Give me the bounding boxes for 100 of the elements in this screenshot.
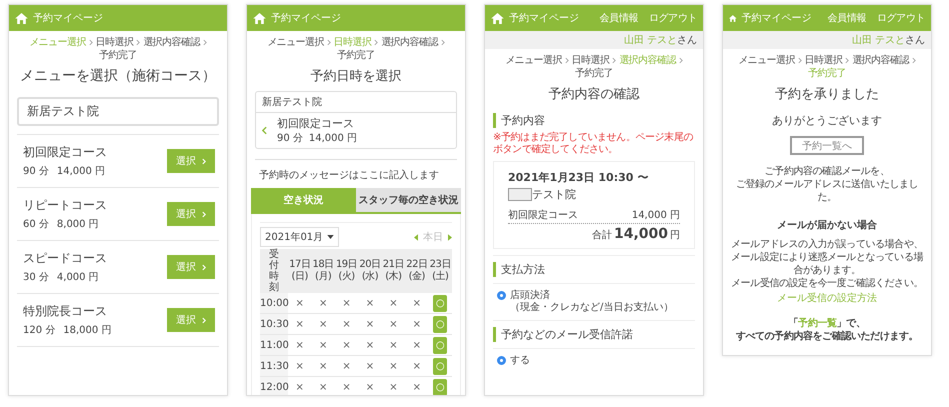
course-name: スピードコース [23, 250, 108, 267]
date-header: 21日 [382, 259, 406, 270]
unavailable-mark: × [342, 318, 351, 330]
breadcrumb-step: 予約完了 [99, 49, 137, 62]
user-name: 山田 テスと [624, 34, 677, 47]
unavailable-mark: × [389, 298, 398, 308]
home-icon[interactable] [491, 12, 504, 24]
previous-arrow-icon[interactable] [414, 234, 418, 240]
available-slot[interactable]: ○ [433, 316, 448, 332]
unavailable-mark: × [318, 382, 328, 392]
next-arrow-icon[interactable] [448, 234, 452, 240]
unavailable-mark: × [296, 298, 304, 308]
course-price: 8,000 円 [56, 218, 99, 231]
header-title[interactable]: 予約マイページ [271, 11, 341, 25]
section-heading: 予約などのメール受信許諾 [493, 327, 695, 342]
breadcrumb-step: メニュー選択 [29, 36, 86, 49]
header-link[interactable]: ログアウト [876, 11, 925, 25]
course-duration: 30 分 [23, 271, 49, 284]
breadcrumb-step: 選択内容確認 [143, 36, 200, 49]
select-button[interactable]: 選択 [167, 308, 215, 332]
unavailable-mark: × [296, 340, 304, 350]
unavailable-mark: × [342, 340, 351, 350]
home-icon[interactable] [15, 12, 28, 24]
page-title: 予約内容の確認 [548, 86, 640, 103]
page-title: 予約日時を選択 [310, 68, 402, 85]
help-text: メールアドレスの入力が誤っている場合や、 メール設定により迷惑メールとなっている場合があります。 メール受信の設定を今一度ご確認ください。 [730, 238, 924, 290]
header-title[interactable]: 予約マイページ [742, 11, 812, 25]
unavailable-mark: × [366, 360, 374, 372]
breadcrumb-step: メニュー選択 [505, 54, 562, 67]
chevron-icon [912, 57, 916, 64]
month-dropdown[interactable]: 2021年01月 [260, 227, 340, 247]
chevron-icon [136, 39, 140, 46]
unavailable-mark: × [366, 298, 374, 308]
tab[interactable]: 空き状況 [251, 188, 356, 212]
weekday-header: (火) [337, 271, 356, 283]
breadcrumb-step: メニュー選択 [267, 36, 324, 49]
unavailable-mark: × [412, 298, 422, 308]
user-name: 山田 テスと [852, 34, 905, 47]
clinic-name: テスト院 [532, 187, 576, 202]
weekday-header: (日) [290, 271, 309, 283]
header-link[interactable]: 会員情報 [828, 11, 866, 25]
unavailable-mark: × [342, 298, 351, 308]
course-duration: 60 分 [23, 218, 49, 231]
weekday-header: (木) [384, 271, 403, 283]
breadcrumb-step: 選択内容確認 [852, 54, 909, 67]
home-icon[interactable] [253, 12, 266, 24]
reservation-list-button[interactable]: 予約一覧へ [790, 136, 864, 155]
date-header: 17日 [288, 259, 312, 271]
course-price: 14,000 円 [56, 165, 106, 178]
section-heading: 支払方法 [493, 262, 695, 277]
breadcrumb-step: 選択内容確認 [381, 36, 438, 49]
radio-button[interactable] [497, 291, 506, 300]
section-heading: 予約内容 [493, 113, 695, 128]
page-title: 予約を承りました [774, 86, 880, 103]
breadcrumb-step: 予約完了 [808, 67, 846, 80]
header-title[interactable]: 予約マイページ [33, 11, 103, 25]
course-name: 初回限定コース [508, 208, 578, 222]
available-slot[interactable]: ○ [433, 294, 448, 312]
chevron-icon [326, 39, 331, 46]
course-price: 18,000 円 [63, 324, 112, 337]
breadcrumb-step: 予約完了 [575, 67, 613, 80]
unavailable-mark: × [389, 318, 398, 330]
weekday-header: (月) [314, 271, 332, 283]
select-button[interactable]: 選択 [167, 255, 215, 279]
radio-button[interactable] [497, 356, 506, 365]
weekday-header: (土) [431, 271, 450, 283]
breadcrumb-step: 選択内容確認 [619, 54, 676, 67]
available-slot[interactable]: ○ [433, 336, 448, 354]
select-button[interactable]: 選択 [167, 202, 215, 226]
clinic-select[interactable]: 新居テスト院 [17, 97, 219, 126]
available-slot[interactable]: ○ [433, 358, 448, 374]
header-link[interactable]: 会員情報 [600, 11, 638, 25]
warning-text: ※予約はまだ完了していません。ページ末尾のボタンで確定してください。 [493, 132, 694, 156]
back-chevron-icon[interactable] [262, 126, 267, 135]
reservation-list-link[interactable]: 予約一覧 [798, 318, 837, 329]
settings-link[interactable]: メール受信の設定方法 [777, 291, 877, 305]
column-header: 受付時刻 [269, 249, 279, 293]
help-heading: メールが届かない場合 [776, 218, 878, 232]
total-label: 合計 [592, 228, 612, 242]
chevron-icon [845, 57, 850, 64]
currency-text: 円 [670, 229, 680, 242]
chevron-icon [202, 158, 206, 164]
unavailable-mark: × [318, 298, 328, 308]
chevron-icon [88, 39, 93, 46]
header-title[interactable]: 予約マイページ [509, 11, 579, 25]
available-slot[interactable]: ○ [433, 378, 448, 395]
radio-note: （現金・クレカなど/当日お支払い） [510, 302, 674, 314]
honorific-text: さん [905, 34, 925, 47]
unavailable-mark: × [296, 318, 304, 330]
select-button[interactable]: 選択 [167, 149, 215, 173]
header-link[interactable]: ログアウト [648, 11, 697, 25]
date-header: 19日 [334, 259, 358, 270]
chevron-icon [440, 39, 445, 46]
unavailable-mark: × [389, 340, 398, 350]
home-icon[interactable] [729, 12, 737, 24]
time-cell: 11:30 [260, 356, 288, 376]
sent-message: ご予約内容の確認メールを、 ご登録のメールアドレスに送信いたしました。 [734, 165, 920, 204]
tab[interactable]: スタッフ毎の空き状況 [356, 188, 461, 212]
unavailable-mark: × [366, 382, 374, 392]
unavailable-mark: × [412, 382, 422, 392]
